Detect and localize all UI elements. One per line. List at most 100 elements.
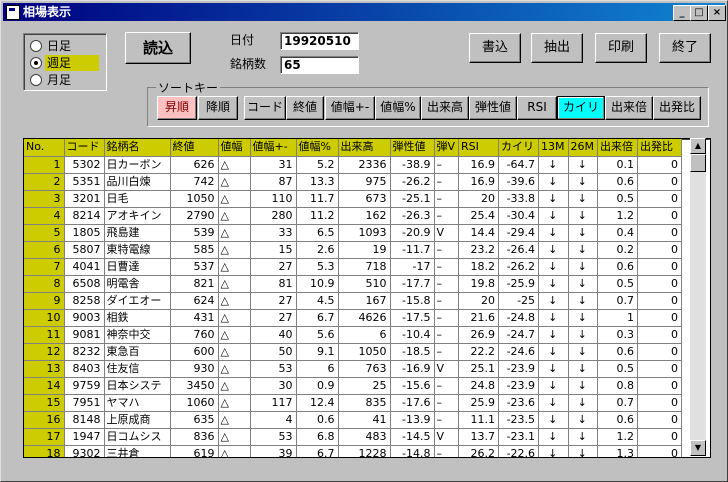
table-cell[interactable]: -13.9 xyxy=(390,411,435,429)
table-cell[interactable]: 1050 xyxy=(338,343,391,361)
table-cell[interactable]: △ xyxy=(218,411,251,429)
table-cell[interactable]: 0.5 xyxy=(597,275,639,293)
table-cell[interactable]: 619 xyxy=(170,445,219,457)
table-cell[interactable]: ↓ xyxy=(568,428,599,446)
column-header[interactable]: 26M xyxy=(568,139,599,157)
table-cell[interactable]: 635 xyxy=(170,411,219,429)
table-cell[interactable]: △ xyxy=(218,360,251,378)
table-cell[interactable]: ↓ xyxy=(568,190,599,208)
table-cell[interactable]: ↓ xyxy=(568,377,599,395)
table-cell[interactable]: 6.8 xyxy=(296,428,339,446)
table-cell[interactable]: 0 xyxy=(637,241,683,259)
table-cell[interactable]: ↓ xyxy=(538,190,569,208)
table-cell[interactable]: 6 xyxy=(338,326,391,344)
table-row[interactable]: 5 1805 飛島建 539 △ 33 6.5 1093 -20.9 V 14.4 -29.4 ↓ ↓ 0.… xyxy=(24,224,683,242)
column-header[interactable]: コード xyxy=(64,139,105,157)
table-cell[interactable]: 162 xyxy=(338,207,391,225)
table-cell[interactable]: 7951 xyxy=(64,394,105,412)
table-cell[interactable]: 11.1 xyxy=(458,411,500,429)
table-cell[interactable]: △ xyxy=(218,309,251,327)
table-cell[interactable]: – xyxy=(434,292,460,310)
table-row[interactable]: 9 8258 ダイエオー 624 △ 27 4.5 167 -15.8–20 -25 ↓ ↓ 0.7 0 xyxy=(24,292,683,310)
table-cell[interactable]: 760 xyxy=(170,326,219,344)
table-row[interactable]: 10 9003 相鉄 431 △ 27 6.7 4626 -17.5–21.6 -24.8 ↓ ↓ 1 0 xyxy=(24,309,683,327)
sort-asc-button[interactable]: 昇順 xyxy=(157,96,197,120)
table-cell[interactable]: 0.8 xyxy=(597,377,639,395)
table-cell[interactable]: -10.4 xyxy=(390,326,435,344)
table-cell[interactable]: -39.6 xyxy=(498,173,540,191)
minimize-button[interactable]: _ xyxy=(673,5,691,21)
table-cell[interactable]: 9759 xyxy=(64,377,105,395)
table-cell[interactable]: 23.2 xyxy=(458,241,500,259)
table-cell[interactable]: 600 xyxy=(170,343,219,361)
print-button[interactable]: 印刷 xyxy=(595,33,647,63)
sort-key-elasticity[interactable]: 弾性値 xyxy=(469,96,517,120)
table-cell[interactable]: 9081 xyxy=(64,326,105,344)
table-cell[interactable]: V xyxy=(434,360,460,378)
table-cell[interactable]: 14.4 xyxy=(458,224,500,242)
table-cell[interactable]: 0 xyxy=(637,190,683,208)
table-cell[interactable]: -17.5 xyxy=(390,309,435,327)
table-cell[interactable]: 626 xyxy=(170,156,219,174)
table-cell[interactable]: ↓ xyxy=(568,394,599,412)
table-cell[interactable]: 東特電線 xyxy=(104,241,171,259)
table-cell[interactable]: 763 xyxy=(338,360,391,378)
table-cell[interactable]: 0 xyxy=(637,394,683,412)
load-button[interactable]: 読込 xyxy=(125,32,191,64)
table-cell[interactable]: 673 xyxy=(338,190,391,208)
table-cell[interactable]: -64.7 xyxy=(498,156,540,174)
table-row[interactable]: 12 8232 東急百 600 △ 50 9.1 1050 -18.5–22.2 -24.6 ↓ ↓ 0… xyxy=(24,343,683,361)
row-number-cell[interactable]: 18 xyxy=(24,445,65,457)
table-row[interactable]: 11 9081 神奈中交 760 △ 40 5.6 6 -10.4–26.9 -24.7 ↓ ↓ 0.3… xyxy=(24,326,683,344)
column-header[interactable]: 終値 xyxy=(170,139,219,157)
radio-weekly-indicator[interactable] xyxy=(30,57,42,69)
table-cell[interactable]: -29.4 xyxy=(498,224,540,242)
scroll-thumb[interactable] xyxy=(690,154,706,172)
table-cell[interactable]: 53 xyxy=(250,360,297,378)
table-cell[interactable]: 8148 xyxy=(64,411,105,429)
scroll-up-arrow-icon[interactable]: ▲ xyxy=(690,138,706,154)
table-cell[interactable]: 0.2 xyxy=(597,241,639,259)
table-cell[interactable]: 431 xyxy=(170,309,219,327)
table-cell[interactable]: 110 xyxy=(250,190,297,208)
table-cell[interactable]: 6508 xyxy=(64,275,105,293)
table-cell[interactable]: 13.3 xyxy=(296,173,339,191)
table-cell[interactable]: △ xyxy=(218,394,251,412)
table-cell[interactable]: 1228 xyxy=(338,445,391,457)
table-cell[interactable]: -22.6 xyxy=(498,445,540,457)
radio-daily[interactable]: 日足 xyxy=(30,38,106,54)
table-cell[interactable]: 0 xyxy=(637,173,683,191)
table-cell[interactable]: 31 xyxy=(250,156,297,174)
row-number-cell[interactable]: 9 xyxy=(24,292,65,310)
table-row[interactable]: 13 8403 住友信 930 △ 53 6 763 -16.9 V 25.1 -23.9 ↓ ↓ 0.5 0 xyxy=(24,360,683,378)
row-number-cell[interactable]: 5 xyxy=(24,224,65,242)
table-cell[interactable]: 9003 xyxy=(64,309,105,327)
table-cell[interactable]: – xyxy=(434,258,460,276)
table-cell[interactable]: 836 xyxy=(170,428,219,446)
sort-key-start-ratio[interactable]: 出発比 xyxy=(653,96,701,120)
table-cell[interactable]: – xyxy=(434,445,460,457)
table-cell[interactable]: 117 xyxy=(250,394,297,412)
table-cell[interactable]: 0.6 xyxy=(296,411,339,429)
radio-monthly[interactable]: 月足 xyxy=(30,72,106,88)
radio-daily-indicator[interactable] xyxy=(30,40,42,52)
radio-monthly-indicator[interactable] xyxy=(30,74,42,86)
table-cell[interactable]: 6.7 xyxy=(296,309,339,327)
table-cell[interactable]: 8214 xyxy=(64,207,105,225)
table-cell[interactable]: 日カーボン xyxy=(104,156,171,174)
table-cell[interactable]: 0 xyxy=(637,343,683,361)
table-cell[interactable]: 22.2 xyxy=(458,343,500,361)
table-cell[interactable]: ↓ xyxy=(568,445,599,457)
table-cell[interactable]: 相鉄 xyxy=(104,309,171,327)
table-cell[interactable]: 87 xyxy=(250,173,297,191)
table-cell[interactable]: 40 xyxy=(250,326,297,344)
table-row[interactable]: 14 9759 日本システ 3450 △ 30 0.9 25 -15.6–24.8 -23.9 ↓ ↓… xyxy=(24,377,683,395)
table-row[interactable]: 15 7951 ヤマハ 1060 △ 117 12.4 835 -17.6–25.9 -23.6 ↓… xyxy=(24,394,683,412)
row-number-cell[interactable]: 10 xyxy=(24,309,65,327)
column-header[interactable]: 値幅+- xyxy=(250,139,297,157)
table-cell[interactable]: 19 xyxy=(338,241,391,259)
table-cell[interactable]: 483 xyxy=(338,428,391,446)
table-cell[interactable]: 0.6 xyxy=(597,411,639,429)
table-cell[interactable]: 26.2 xyxy=(458,445,500,457)
table-cell[interactable]: 16.9 xyxy=(458,173,500,191)
